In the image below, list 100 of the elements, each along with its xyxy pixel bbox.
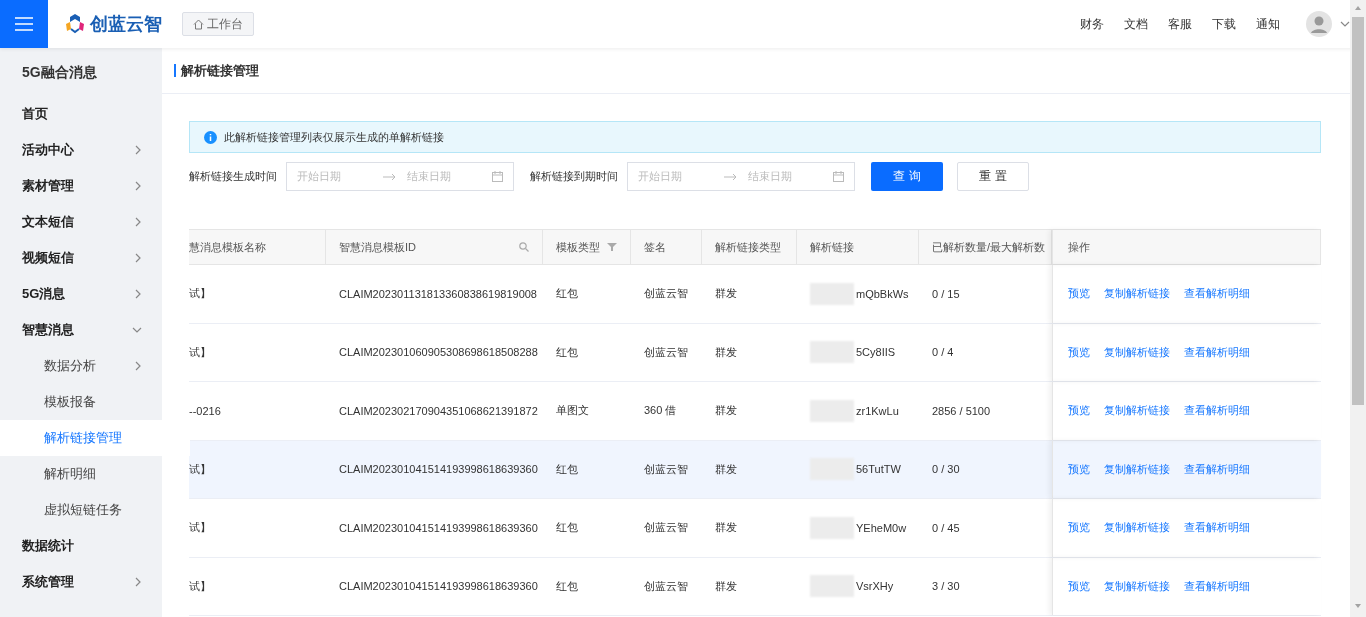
action-link[interactable]: 复制解析链接 — [1104, 520, 1170, 536]
filter-label: 解析链接生成时间 — [189, 169, 277, 184]
table-cell-text: CLAIM202302170904351068621391872 — [338, 403, 539, 419]
action-link[interactable]: 复制解析链接 — [1104, 286, 1170, 302]
chevron-right-icon — [134, 145, 142, 155]
table-cell-text: 红包 — [555, 344, 579, 360]
table-cell-text: 单图文 — [555, 403, 590, 419]
table-cell-text: 0 / 4 — [931, 345, 955, 361]
logo-icon — [64, 13, 86, 35]
nav-link[interactable]: 通知 — [1256, 15, 1280, 33]
action-link[interactable]: 查看解析明细 — [1184, 520, 1250, 536]
sidebar-item[interactable]: 活动中心 — [0, 132, 162, 168]
action-link[interactable]: 查看解析明细 — [1184, 578, 1250, 594]
calendar-icon — [492, 171, 503, 182]
action-link[interactable]: 查看解析明细 — [1184, 344, 1250, 360]
calendar-icon — [833, 171, 844, 182]
chevron-right-icon — [134, 361, 142, 371]
query-button[interactable]: 查 询 — [871, 162, 943, 191]
sidebar-subitem[interactable]: 数据分析 — [0, 348, 162, 384]
table-cell-text: 试】 — [189, 286, 212, 302]
nav-link[interactable]: 财务 — [1080, 15, 1104, 33]
menu-icon — [15, 17, 33, 31]
table-cell-text: 试】 — [189, 578, 212, 594]
chevron-right-icon — [134, 253, 142, 263]
action-link[interactable]: 复制解析链接 — [1104, 578, 1170, 594]
table-cell-text: --0216 — [189, 403, 222, 419]
logo-text: 创蓝云智 — [90, 13, 162, 36]
column-header: 智慧消息模板ID — [326, 230, 543, 264]
sidebar-item[interactable]: 视频短信 — [0, 240, 162, 276]
table-cell: YEheM0w — [797, 499, 919, 557]
table-cell-text: 0 / 30 — [931, 462, 961, 478]
action-link[interactable]: 复制解析链接 — [1104, 403, 1170, 419]
sidebar-item[interactable]: 数据统计 — [0, 528, 162, 564]
action-link[interactable]: 查看解析明细 — [1184, 286, 1250, 302]
avatar-icon[interactable] — [1306, 11, 1332, 37]
action-link[interactable]: 预览 — [1068, 403, 1090, 419]
table-cell-text: 创蓝云智 — [643, 286, 689, 302]
table-cell: zr1KwLu — [797, 382, 919, 440]
table-cell-text: 创蓝云智 — [643, 520, 689, 536]
action-link[interactable]: 预览 — [1068, 520, 1090, 536]
sidebar-item[interactable]: 素材管理 — [0, 168, 162, 204]
column-header: 模板类型 — [543, 230, 631, 264]
sidebar-subitem[interactable]: 解析链接管理 — [0, 420, 190, 456]
table-cell-text: 0 / 45 — [931, 520, 961, 536]
menu-button[interactable] — [0, 0, 48, 48]
table-cell: VsrXHy — [797, 557, 919, 615]
sidebar-item[interactable]: 首页 — [0, 96, 162, 132]
table-cell-text: 红包 — [555, 286, 579, 302]
table-cell-text: 360 借 — [643, 403, 678, 419]
nav-link[interactable]: 文档 — [1124, 15, 1148, 33]
sidebar-item[interactable]: 智慧消息 — [0, 312, 162, 348]
chevron-right-icon — [134, 181, 142, 191]
filter-icon[interactable] — [607, 242, 617, 252]
table-cell-text: 红包 — [555, 461, 579, 477]
table-cell-text: 0 / 15 — [931, 286, 961, 302]
sidebar-subitem[interactable]: 模板报备 — [0, 384, 162, 420]
table-cell-text: 群发 — [714, 403, 738, 419]
sidebar-item[interactable]: 5G消息 — [0, 276, 162, 312]
table-cell-text: 试】 — [189, 461, 212, 477]
sidebar-subitem[interactable]: 解析明细 — [0, 456, 162, 492]
chevron-right-icon — [134, 289, 142, 299]
workbench-button[interactable]: 工作台 — [182, 12, 254, 36]
action-link[interactable]: 预览 — [1068, 286, 1090, 302]
table-cell-text: 3 / 30 — [931, 579, 961, 595]
chevron-right-icon — [134, 577, 142, 587]
nav-link[interactable]: 客服 — [1168, 15, 1192, 33]
filter-label: 解析链接到期时间 — [530, 169, 618, 184]
table-cell-text: 红包 — [555, 578, 579, 594]
action-link[interactable]: 预览 — [1068, 344, 1090, 360]
column-header: 操作 — [1052, 230, 1321, 264]
search-icon[interactable] — [519, 242, 529, 252]
action-link[interactable]: 复制解析链接 — [1104, 461, 1170, 477]
action-link[interactable]: 查看解析明细 — [1184, 461, 1250, 477]
page-title: 解析链接管理 — [174, 64, 259, 77]
table-cell-text: 创蓝云智 — [643, 578, 689, 594]
column-header: 解析链接 — [797, 230, 919, 264]
table-cell-text: 群发 — [714, 461, 738, 477]
action-link[interactable]: 预览 — [1068, 461, 1090, 477]
action-link[interactable]: 预览 — [1068, 578, 1090, 594]
sidebar-item[interactable]: 文本短信 — [0, 204, 162, 240]
reset-button[interactable]: 重 置 — [957, 162, 1029, 191]
arrow-right-icon — [382, 172, 397, 181]
table-cell-text: CLAIM202301041514193998618639360 — [338, 520, 539, 536]
sidebar-subitem[interactable]: 虚拟短链任务 — [0, 492, 162, 528]
chevron-right-icon — [134, 217, 142, 227]
column-header: 已解析数量/最大解析数 — [919, 230, 1052, 264]
table-cell: 56TutTW — [797, 440, 919, 498]
table-cell-text: 群发 — [714, 520, 738, 536]
nav-link[interactable]: 下载 — [1212, 15, 1236, 33]
table-cell-text: CLAIM202301060905308698618508288 — [338, 345, 539, 361]
chevron-down-icon — [132, 326, 142, 334]
table-cell-text: CLAIM202301041514193998618639360 — [338, 579, 539, 595]
arrow-right-icon — [723, 172, 738, 181]
action-link[interactable]: 查看解析明细 — [1184, 403, 1250, 419]
sidebar-item[interactable]: 系统管理 — [0, 564, 162, 600]
table-cell-text: 红包 — [555, 520, 579, 536]
table-cell-text: 群发 — [714, 344, 738, 360]
column-header: 签名 — [631, 230, 702, 264]
action-link[interactable]: 复制解析链接 — [1104, 344, 1170, 360]
table-cell-text: 群发 — [714, 286, 738, 302]
